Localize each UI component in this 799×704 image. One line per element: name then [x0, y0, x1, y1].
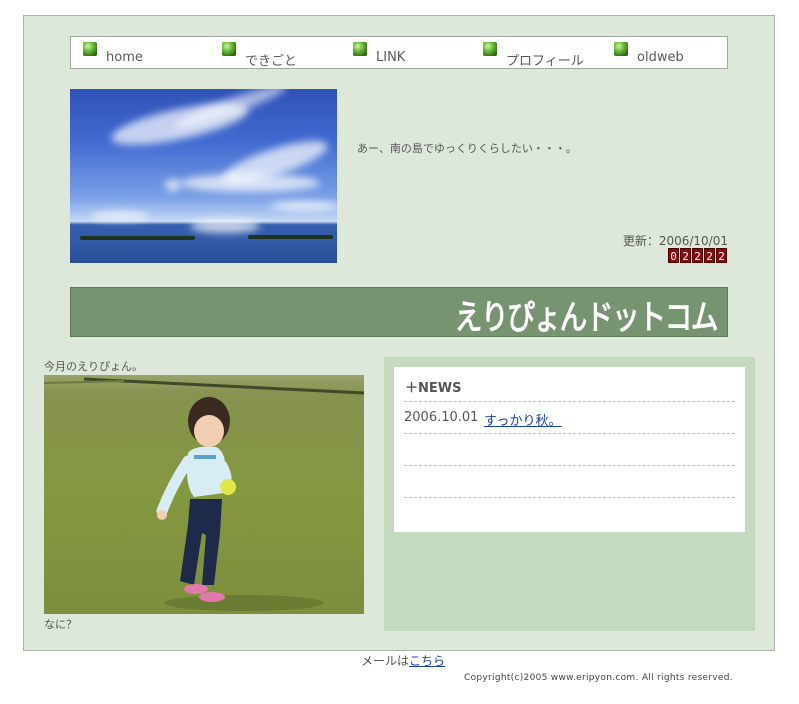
- counter-digit: 2: [692, 248, 703, 263]
- nav-item-home[interactable]: home: [77, 37, 197, 68]
- divider: [404, 401, 735, 402]
- mail-line: メールはこちら: [361, 652, 445, 669]
- updated-date: 更新：2006/10/01: [622, 234, 728, 248]
- news-link[interactable]: すっかり秋。: [484, 410, 561, 429]
- site-title: えりぴょんドットコム: [454, 298, 719, 338]
- mail-link[interactable]: こちら: [409, 654, 445, 668]
- green-square-icon: [83, 42, 97, 56]
- nav-label: プロフィール: [506, 54, 584, 69]
- site-banner: えりぴょんドットコム: [70, 287, 728, 338]
- divider: [404, 465, 735, 466]
- top-nav: home できごと LINK プロフィール oldweb: [70, 36, 728, 69]
- child-illustration: [44, 375, 364, 614]
- child-photo: [44, 375, 364, 614]
- counter-digit: 0: [668, 248, 679, 263]
- nav-label: oldweb: [637, 50, 684, 65]
- feature-label: 今月のえりぴょん。: [44, 360, 143, 373]
- feature-caption: なに？: [44, 618, 77, 631]
- green-square-icon: [222, 42, 236, 56]
- news-box: ＋NEWS 2006.10.01 すっかり秋。: [394, 367, 745, 532]
- counter-digit: 2: [716, 248, 727, 263]
- nav-item-dekigoto[interactable]: できごと: [216, 37, 336, 69]
- news-heading: ＋NEWS: [405, 381, 462, 396]
- sky-ocean-photo: [70, 89, 337, 263]
- copyright: Copyright(c)2005 www.eripyon.com. All ri…: [464, 673, 733, 683]
- nav-item-oldweb[interactable]: oldweb: [608, 37, 723, 68]
- counter-digit: 2: [680, 248, 691, 263]
- divider: [404, 497, 735, 498]
- nav-label: LINK: [376, 50, 406, 65]
- nav-item-link[interactable]: LINK: [347, 37, 467, 68]
- green-square-icon: [483, 42, 497, 56]
- mail-prefix: メールは: [361, 654, 410, 668]
- nav-label: home: [106, 50, 143, 65]
- visitor-counter: 0 2 2 2 2: [668, 248, 727, 263]
- nav-label: できごと: [245, 54, 298, 69]
- divider: [404, 433, 735, 434]
- tagline: あー、南の島でゆっくりくらしたい・・・。: [357, 142, 577, 155]
- nav-item-profile[interactable]: プロフィール: [477, 37, 597, 69]
- news-date: 2006.10.01: [404, 410, 479, 425]
- counter-digit: 2: [704, 248, 715, 263]
- green-square-icon: [353, 42, 367, 56]
- green-square-icon: [614, 42, 628, 56]
